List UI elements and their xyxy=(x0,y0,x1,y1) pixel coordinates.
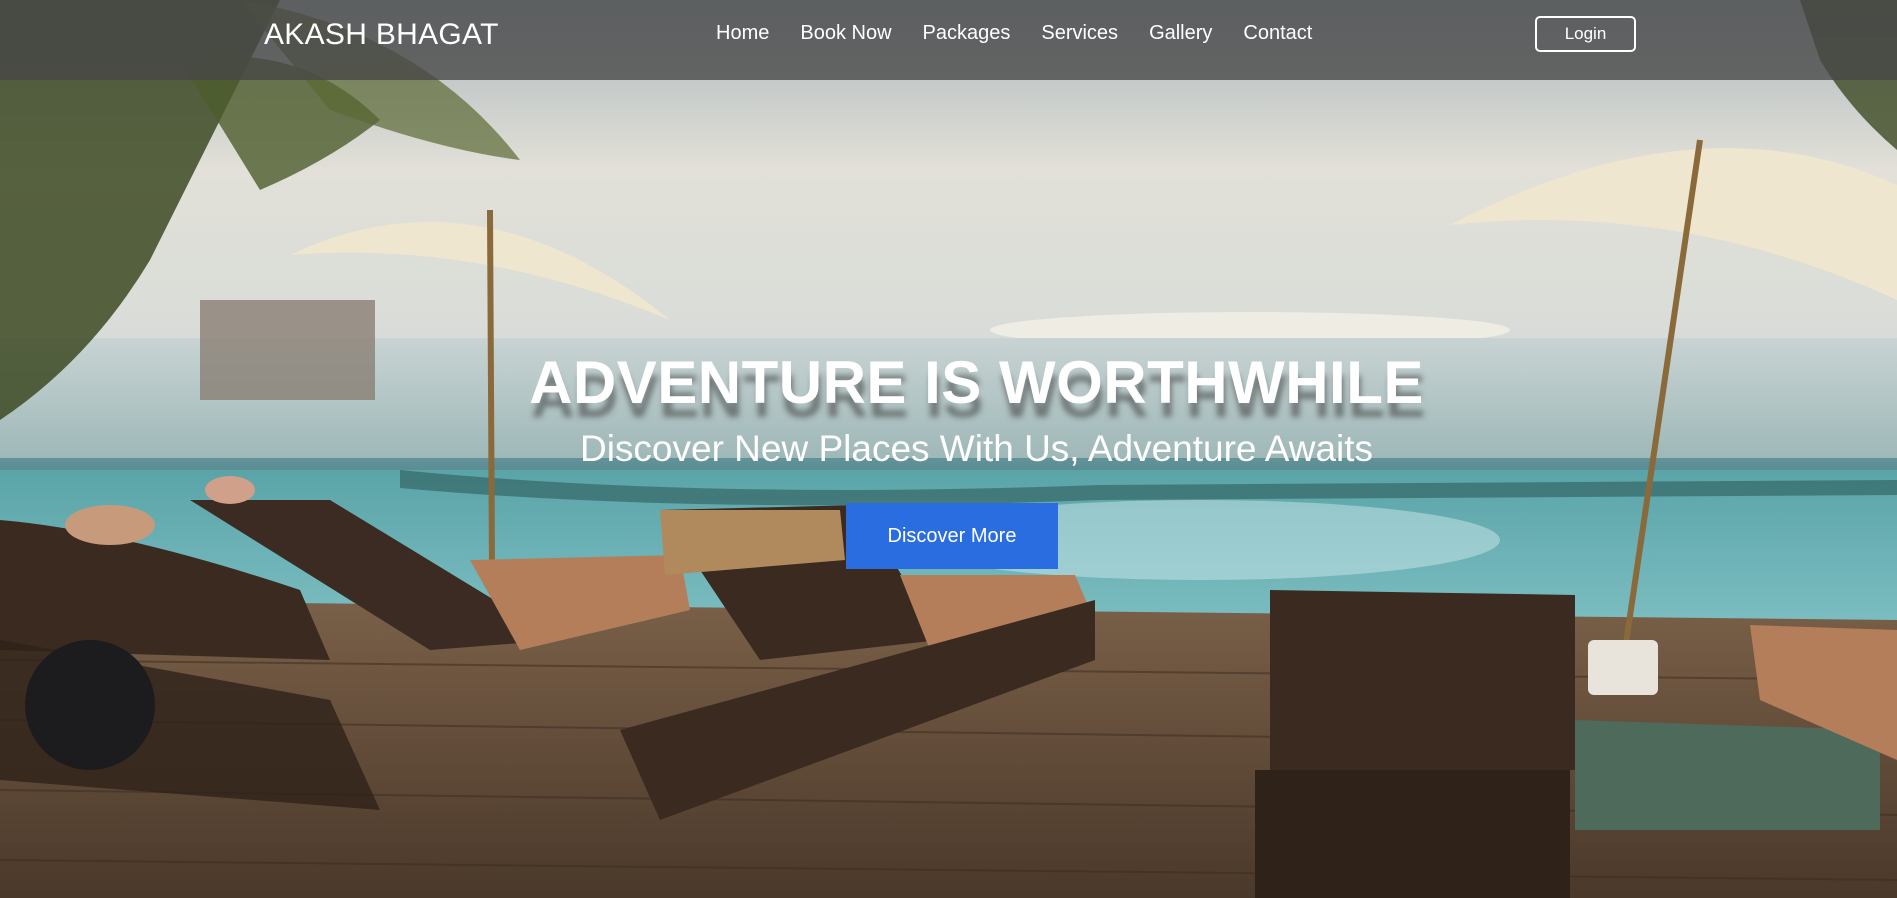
nav-link-gallery[interactable]: Gallery xyxy=(1149,22,1212,45)
hero-section: AKASH BHAGAT Home Book Now Packages Serv… xyxy=(0,0,1897,898)
top-navbar: AKASH BHAGAT Home Book Now Packages Serv… xyxy=(0,0,1897,80)
nav-link-contact[interactable]: Contact xyxy=(1243,22,1312,45)
login-button[interactable]: Login xyxy=(1535,16,1636,52)
hero-title: ADVENTURE IS WORTHWHILE xyxy=(529,349,1424,416)
nav-link-packages[interactable]: Packages xyxy=(923,22,1011,45)
nav-link-home[interactable]: Home xyxy=(716,22,769,45)
nav-link-book-now[interactable]: Book Now xyxy=(800,22,891,45)
nav-links: Home Book Now Packages Services Gallery … xyxy=(716,22,1312,45)
nav-link-services[interactable]: Services xyxy=(1041,22,1118,45)
discover-more-button[interactable]: Discover More xyxy=(846,503,1058,569)
brand-logo-text[interactable]: AKASH BHAGAT xyxy=(264,18,499,52)
hero-subtitle: Discover New Places With Us, Adventure A… xyxy=(579,428,1374,469)
